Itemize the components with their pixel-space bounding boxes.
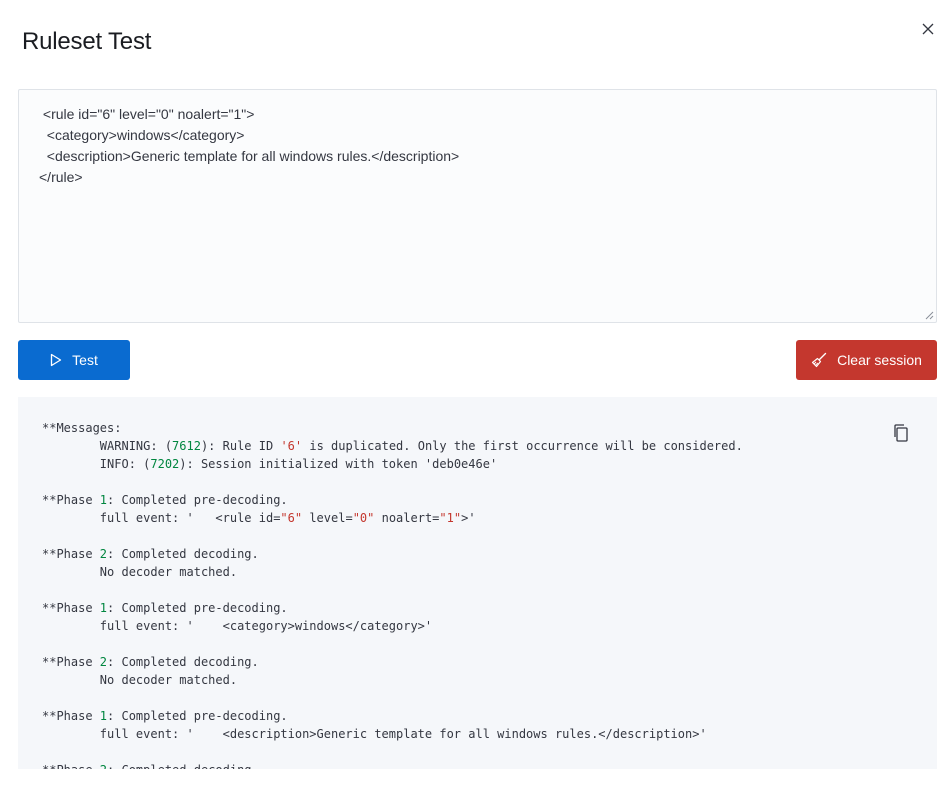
output-number: 2	[99, 547, 108, 561]
output-line: WARNING: (7612): Rule ID '6' is duplicat…	[42, 437, 913, 455]
output-text: **Phase	[42, 709, 100, 723]
output-text: No decoder matched.	[42, 565, 238, 579]
editor-line: </rule>	[39, 169, 83, 185]
output-string: "0"	[352, 511, 375, 525]
output-number: 1	[99, 709, 108, 723]
output-line: No decoder matched.	[42, 671, 913, 689]
output-line: INFO: (7202): Session initialized with t…	[42, 455, 913, 473]
editor-line: <rule id="6" level="0" noalert="1">	[39, 106, 255, 122]
output-text: ): Rule ID	[200, 439, 281, 453]
output-line: full event: ' <rule id="6" level="0" noa…	[42, 509, 913, 527]
output-line: **Phase 2: Completed decoding.	[42, 761, 913, 769]
output-text: : Completed pre-decoding.	[107, 601, 288, 615]
play-icon	[51, 353, 62, 367]
close-icon	[922, 23, 934, 35]
clear-session-button[interactable]: Clear session	[796, 340, 937, 380]
test-button-label: Test	[72, 352, 98, 368]
output-number: 1	[99, 493, 108, 507]
output-text: : Completed pre-decoding.	[107, 709, 288, 723]
output-line: full event: ' <category>windows</categor…	[42, 617, 913, 635]
output-line: No decoder matched.	[42, 563, 913, 581]
output-text: full event: ' <description>Generic templ…	[42, 727, 707, 741]
test-button[interactable]: Test	[18, 340, 130, 380]
output-text: level=	[302, 511, 353, 525]
editor-line: <category>windows</category>	[39, 127, 245, 143]
copy-icon	[894, 424, 908, 442]
output-number: 7202	[150, 457, 180, 471]
editor-line: <description>Generic template for all wi…	[39, 148, 460, 164]
output-line: **Phase 1: Completed pre-decoding.	[42, 491, 913, 509]
output-text: : Completed decoding.	[107, 547, 259, 561]
output-string: "1"	[439, 511, 462, 525]
close-button[interactable]	[918, 19, 938, 39]
output-string: "6"	[280, 511, 303, 525]
output-text: WARNING: (	[42, 439, 173, 453]
output-lines: **Messages: WARNING: (7612): Rule ID '6'…	[42, 419, 913, 769]
output-text: >'	[461, 511, 476, 525]
output-text: **Phase	[42, 601, 100, 615]
test-output-panel: **Messages: WARNING: (7612): Rule ID '6'…	[18, 397, 937, 769]
output-line: **Messages:	[42, 419, 913, 437]
output-text: full event: ' <category>windows</categor…	[42, 619, 433, 633]
output-text: ): Session initialized with token 'deb0e…	[179, 457, 498, 471]
output-line: **Phase 1: Completed pre-decoding.	[42, 707, 913, 725]
copy-button[interactable]	[892, 423, 910, 443]
output-number: 1	[99, 601, 108, 615]
output-line: **Phase 2: Completed decoding.	[42, 545, 913, 563]
clear-session-label: Clear session	[837, 352, 922, 368]
editor-lines: <rule id="6" level="0" noalert="1"> <cat…	[39, 104, 916, 188]
resize-grip-icon[interactable]	[924, 310, 934, 320]
output-number: 7612	[172, 439, 201, 453]
output-text: **Phase	[42, 547, 100, 561]
output-text: : Completed pre-decoding.	[107, 493, 288, 507]
output-string: '6'	[280, 439, 303, 453]
output-line: **Phase 2: Completed decoding.	[42, 653, 913, 671]
output-text: **Phase	[42, 493, 100, 507]
ruleset-editor[interactable]: <rule id="6" level="0" noalert="1"> <cat…	[18, 89, 937, 323]
output-text: : Completed decoding.	[107, 655, 259, 669]
output-line: full event: ' <description>Generic templ…	[42, 725, 913, 743]
flyout-title: Ruleset Test	[22, 28, 152, 55]
output-text: noalert=	[374, 511, 440, 525]
output-text: No decoder matched.	[42, 673, 238, 687]
output-text: INFO: (	[42, 457, 151, 471]
output-text: : Completed decoding.	[107, 763, 259, 769]
output-text: **Phase	[42, 655, 100, 669]
output-number: 2	[99, 655, 108, 669]
output-line: **Phase 1: Completed pre-decoding.	[42, 599, 913, 617]
output-text: **Phase	[42, 763, 100, 769]
output-text: full event: ' <rule id=	[42, 511, 281, 525]
output-text: **Messages:	[42, 421, 122, 435]
output-number: 2	[100, 763, 107, 769]
broom-icon	[811, 352, 827, 368]
output-text: is duplicated. Only the first occurrence…	[302, 439, 743, 453]
